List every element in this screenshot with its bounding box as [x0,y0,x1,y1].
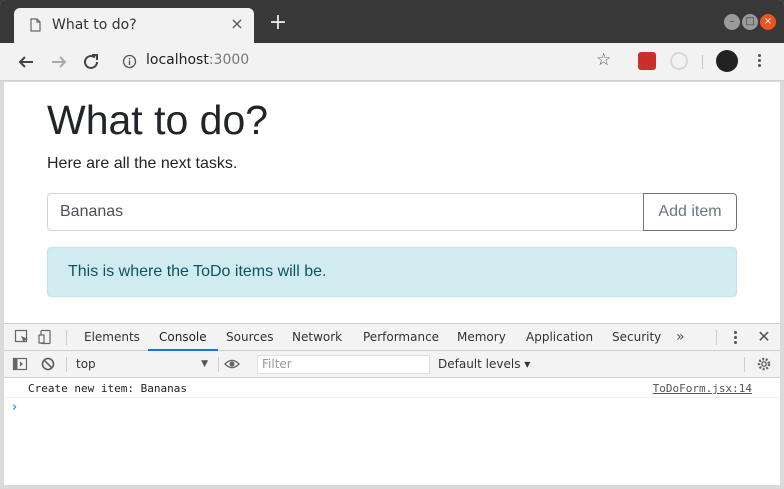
tab-application[interactable]: Application [526,324,593,351]
profile-avatar[interactable] [716,50,738,72]
console-toolbar: top ▼ Filter Default levels ▾ [4,351,780,378]
sidebar-toggle-icon[interactable] [12,356,28,372]
devtools-panel: Elements Console Sources Network Perform… [4,323,780,485]
caret-down-icon: ▼ [201,359,208,369]
console-prompt-icon: › [12,400,18,415]
browser-window: What to do? × + – □ × localhost:3000 ☆ W… [0,0,784,489]
url-port: :3000 [208,52,250,68]
document-icon [30,18,41,32]
eye-icon[interactable] [224,356,240,372]
tab-console[interactable]: Console [148,324,218,351]
add-item-button[interactable]: Add item [643,193,737,231]
more-tabs-icon[interactable]: » [676,324,685,351]
tab-performance[interactable]: Performance [363,324,439,351]
tab-security[interactable]: Security [612,324,661,351]
console-divider [218,357,219,372]
minimize-icon[interactable]: – [724,14,740,30]
address-toolbar: localhost:3000 ☆ [0,43,784,81]
devtools-divider [716,330,717,345]
devtools-tab-bar: Elements Console Sources Network Perform… [4,324,780,351]
new-tab-button[interactable]: + [268,12,288,34]
browser-tab[interactable]: What to do? × [14,8,254,43]
console-divider [66,357,67,372]
page-subtitle: Here are all the next tasks. [47,155,238,172]
page-title: What to do? [47,97,269,143]
extension-disabled-icon[interactable] [670,52,688,70]
maximize-icon[interactable]: □ [742,14,758,30]
reload-icon[interactable] [80,51,102,73]
console-divider [744,357,745,372]
devtools-menu-icon[interactable] [730,330,740,346]
console-log-entry: Create new item: Bananas ToDoForm.jsx:14 [4,379,780,398]
todo-placeholder-alert: This is where the ToDo items will be. [47,247,737,297]
gear-icon[interactable] [756,356,772,372]
inspect-element-icon[interactable] [14,329,30,345]
tab-title: What to do? [52,17,137,33]
back-arrow-icon[interactable] [15,51,37,73]
forward-arrow-icon[interactable] [48,51,70,73]
context-selector[interactable]: top ▼ [72,354,212,374]
console-filter-input[interactable]: Filter [257,355,430,374]
device-toolbar-icon[interactable] [38,329,54,345]
tab-elements[interactable]: Elements [84,324,140,351]
bookmark-star-icon[interactable]: ☆ [596,51,614,69]
context-value: top [76,357,96,371]
toolbar-divider [702,55,703,69]
log-message: Create new item: Bananas [28,382,187,395]
tab-network[interactable]: Network [292,324,342,351]
tab-close-icon[interactable]: × [230,16,244,32]
devtools-divider [66,330,67,345]
log-source-link[interactable]: ToDoForm.jsx:14 [653,382,752,395]
log-levels-dropdown[interactable]: Default levels ▾ [438,354,530,374]
console-input[interactable] [26,400,766,480]
extension-icon[interactable] [638,52,656,70]
url-host: localhost [146,52,209,68]
tab-sources[interactable]: Sources [226,324,273,351]
page-viewport: What to do? Here are all the next tasks.… [4,82,780,323]
devtools-close-icon[interactable]: ✕ [756,327,772,347]
tab-memory[interactable]: Memory [457,324,506,351]
browser-menu-icon[interactable] [752,52,766,70]
todo-input[interactable]: Bananas [47,193,644,231]
clear-console-icon[interactable] [40,356,56,372]
address-bar[interactable]: localhost:3000 [146,52,249,68]
window-close-icon[interactable]: × [760,14,776,30]
tab-strip: What to do? × + – □ × [0,0,784,43]
info-icon[interactable] [122,54,137,69]
